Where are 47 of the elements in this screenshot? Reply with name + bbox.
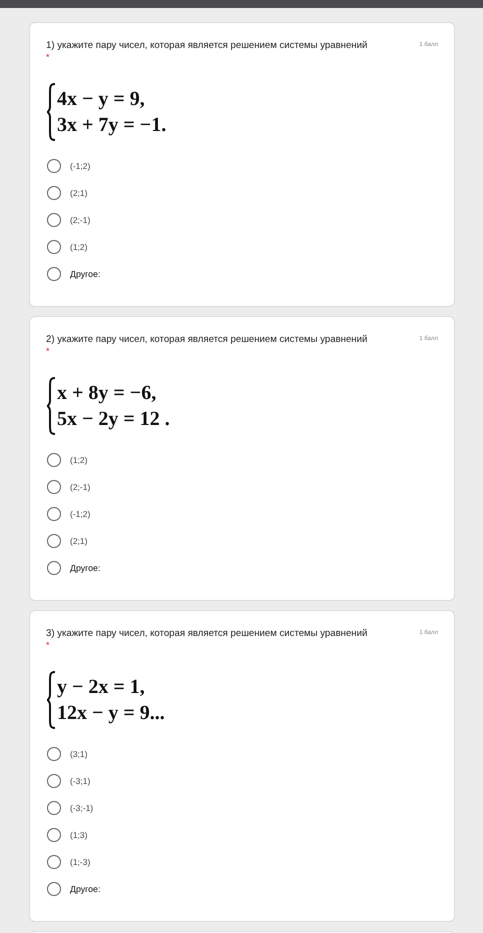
radio-button[interactable] bbox=[47, 747, 61, 761]
required-mark: * bbox=[46, 641, 51, 649]
option-label: (2;-1) bbox=[70, 482, 90, 492]
radio-button[interactable] bbox=[47, 186, 61, 200]
option-label: Другое: bbox=[70, 884, 100, 894]
radio-button[interactable] bbox=[47, 774, 61, 788]
required-mark: * bbox=[46, 347, 51, 355]
question-title: 2) укажите пару чисел, которая является решением системы уравнений bbox=[46, 333, 368, 347]
option-label: (-3;1) bbox=[70, 776, 90, 786]
option-label: (1;2) bbox=[70, 455, 88, 465]
equation-line: 3x + 7y = −1. bbox=[57, 113, 166, 138]
option-label: (-1;2) bbox=[70, 509, 90, 519]
option-label: (1;3) bbox=[70, 830, 88, 840]
option-label: (2;1) bbox=[70, 188, 88, 198]
radio-button[interactable] bbox=[47, 828, 61, 842]
radio-button[interactable] bbox=[47, 534, 61, 548]
equation-line: 4x − y = 9, bbox=[57, 87, 146, 112]
radio-button[interactable] bbox=[47, 480, 61, 494]
radio-button[interactable] bbox=[47, 453, 61, 467]
option-label: (1;-3) bbox=[70, 857, 90, 867]
equation-line: x + 8y = −6, bbox=[57, 381, 158, 406]
radio-button[interactable] bbox=[47, 159, 61, 173]
radio-button[interactable] bbox=[47, 855, 61, 869]
radio-button[interactable] bbox=[47, 267, 61, 281]
radio-button[interactable] bbox=[47, 240, 61, 254]
radio-button[interactable] bbox=[47, 882, 61, 896]
option-label: (2;-1) bbox=[70, 215, 90, 225]
question-title: 3) укажите пару чисел, которая является решением системы уравнений bbox=[46, 627, 368, 641]
question-title: 1) укажите пару чисел, которая является решением системы уравнений bbox=[46, 39, 368, 53]
brace-icon bbox=[46, 377, 56, 435]
equation-line: 12x − y = 9... bbox=[57, 701, 165, 726]
radio-button[interactable] bbox=[47, 507, 61, 521]
option-label: (-1;2) bbox=[70, 161, 90, 171]
option-label: (2;1) bbox=[70, 536, 88, 546]
equation-line: 5x − 2y = 12 . bbox=[57, 407, 170, 432]
option-label: (3;1) bbox=[70, 749, 88, 759]
radio-button[interactable] bbox=[47, 213, 61, 227]
brace-icon bbox=[46, 671, 56, 729]
radio-button[interactable] bbox=[47, 801, 61, 815]
equation-line: y − 2x = 1, bbox=[57, 675, 146, 700]
option-label: (-3;-1) bbox=[70, 803, 94, 813]
brace-icon bbox=[46, 83, 56, 141]
option-label: Другое: bbox=[70, 563, 100, 573]
option-label: (1;2) bbox=[70, 242, 88, 252]
radio-button[interactable] bbox=[47, 561, 61, 575]
required-mark: * bbox=[46, 53, 51, 61]
option-label: Другое: bbox=[70, 269, 100, 279]
